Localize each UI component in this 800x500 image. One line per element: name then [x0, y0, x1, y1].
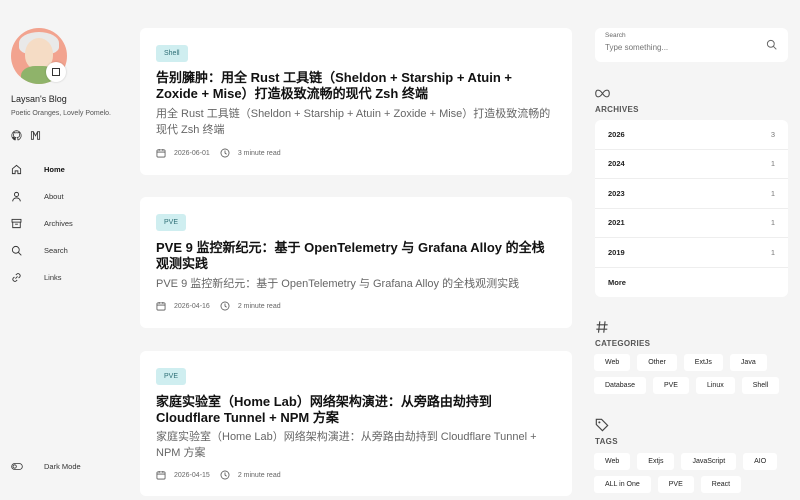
search-icon[interactable] — [766, 39, 777, 50]
tag-chip[interactable]: Web — [594, 453, 631, 470]
calendar-icon — [156, 470, 166, 480]
search-icon — [11, 245, 22, 256]
nav-item-about[interactable]: About — [11, 183, 73, 210]
archive-count: 1 — [770, 247, 775, 257]
post-meta: 2026-04-15 2 minute read — [156, 470, 281, 480]
archive-count: 1 — [770, 159, 775, 169]
category-chip[interactable]: Linux — [695, 377, 735, 394]
category-chip[interactable]: Web — [594, 354, 631, 371]
archive-icon — [11, 218, 22, 229]
post-title[interactable]: PVE 9 监控新纪元：基于 OpenTelemetry 与 Grafana A… — [156, 240, 556, 272]
archive-row[interactable]: 2023 1 — [595, 179, 788, 209]
blog-subtitle: Poetic Oranges, Lovely Pomelo. — [11, 110, 111, 117]
link-icon — [12, 273, 21, 282]
nav-item-search[interactable]: Search — [11, 237, 73, 264]
post-card[interactable]: PVE PVE 9 监控新纪元：基于 OpenTelemetry 与 Grafa… — [140, 197, 572, 328]
archive-row[interactable]: 2026 3 — [595, 120, 788, 150]
user-icon — [12, 191, 21, 202]
post-date: 2026-06-01 — [174, 149, 210, 157]
github-icon[interactable] — [11, 130, 22, 141]
calendar-icon — [156, 301, 166, 311]
archives-more-link[interactable]: More — [595, 268, 788, 298]
infinity-icon — [595, 89, 610, 98]
post-category-tag[interactable]: Shell — [156, 45, 188, 62]
post-date: 2026-04-16 — [174, 302, 210, 310]
category-chip[interactable]: Java — [729, 354, 767, 371]
category-chip[interactable]: Other — [637, 354, 677, 371]
category-chip[interactable]: Shell — [741, 377, 780, 394]
search-input[interactable] — [605, 43, 755, 52]
status-badge — [46, 62, 66, 82]
archive-year: 2024 — [608, 159, 625, 169]
archive-count: 1 — [770, 218, 775, 228]
post-description: 用全 Rust 工具链（Sheldon + Starship + Atuin +… — [156, 108, 551, 136]
categories-list: Web Other ExtJs Java Database PVE Linux … — [594, 354, 794, 394]
archives-heading: ARCHIVES — [595, 105, 639, 114]
tags-list: Web Extjs JavaScript AIO ALL in One PVE … — [594, 453, 794, 493]
nav-label: Search — [44, 246, 68, 255]
archive-year: 2026 — [608, 129, 625, 139]
nav-label: Home — [44, 165, 65, 174]
tag-icon — [595, 418, 609, 432]
tags-heading: TAGS — [595, 437, 618, 446]
nav-label: About — [44, 192, 64, 201]
home-icon — [11, 164, 22, 175]
toggle-icon — [11, 463, 23, 470]
post-date: 2026-04-15 — [174, 471, 210, 479]
post-card[interactable]: PVE 家庭实验室（Home Lab）网络架构演进：从旁路由劫持到 Cloudf… — [140, 351, 572, 496]
post-meta: 2026-06-01 3 minute read — [156, 148, 281, 158]
nav-item-archives[interactable]: Archives — [11, 210, 73, 237]
more-label: More — [608, 277, 626, 287]
dark-mode-toggle[interactable]: Dark Mode — [11, 461, 81, 472]
post-read-time: 2 minute read — [237, 471, 281, 479]
categories-heading: CATEGORIES — [595, 339, 651, 348]
nav-label: Links — [44, 273, 62, 282]
blog-title[interactable]: Laysan's Blog — [11, 94, 67, 104]
post-read-time: 2 minute read — [237, 302, 281, 310]
tag-chip[interactable]: Extjs — [637, 453, 675, 470]
category-chip[interactable]: Database — [594, 377, 646, 394]
tag-chip[interactable]: PVE — [657, 476, 694, 493]
archive-year: 2019 — [608, 247, 625, 257]
post-title[interactable]: 家庭实验室（Home Lab）网络架构演进：从旁路由劫持到 Cloudflare… — [156, 394, 556, 426]
nav-item-links[interactable]: Links — [11, 264, 73, 291]
post-category-tag[interactable]: PVE — [156, 368, 187, 385]
hash-icon — [596, 321, 608, 333]
clock-icon — [220, 301, 230, 311]
search-label: Search — [605, 32, 626, 39]
left-sidebar: Laysan's Blog Poetic Oranges, Lovely Pom… — [0, 0, 130, 500]
tag-chip[interactable]: JavaScript — [681, 453, 737, 470]
post-title[interactable]: 告别臃肿：用全 Rust 工具链（Sheldon + Starship + At… — [156, 70, 556, 102]
archive-row[interactable]: 2019 1 — [595, 238, 788, 268]
archives-list: 2026 3 2024 1 2023 1 2021 1 2019 1 More — [595, 120, 788, 297]
post-description: PVE 9 监控新纪元：基于 OpenTelemetry 与 Grafana A… — [156, 278, 520, 290]
nav-item-home[interactable]: Home — [11, 156, 73, 183]
mastodon-icon[interactable] — [30, 130, 41, 141]
clock-icon — [220, 148, 230, 158]
dark-mode-label: Dark Mode — [44, 462, 81, 471]
archive-row[interactable]: 2021 1 — [595, 209, 788, 238]
post-category-tag[interactable]: PVE — [156, 214, 187, 231]
archive-year: 2023 — [608, 188, 625, 198]
social-links — [11, 130, 41, 141]
calendar-icon — [156, 148, 166, 158]
archive-count: 3 — [770, 129, 775, 139]
post-read-time: 3 minute read — [237, 149, 281, 157]
archive-year: 2021 — [608, 218, 625, 228]
post-description: 家庭实验室（Home Lab）网络架构演进：从旁路由劫持到 Cloudflare… — [156, 431, 537, 459]
category-chip[interactable]: PVE — [652, 377, 689, 394]
post-card[interactable]: Shell 告别臃肿：用全 Rust 工具链（Sheldon + Starshi… — [140, 28, 572, 175]
category-chip[interactable]: ExtJs — [683, 354, 723, 371]
post-meta: 2026-04-16 2 minute read — [156, 301, 281, 311]
main-nav: Home About Archives Search Links — [11, 156, 73, 291]
clock-icon — [220, 470, 230, 480]
tag-chip[interactable]: ALL in One — [594, 476, 651, 493]
nav-label: Archives — [44, 219, 73, 228]
tag-chip[interactable]: AIO — [743, 453, 778, 470]
archive-count: 1 — [770, 188, 775, 198]
tag-chip[interactable]: React — [700, 476, 742, 493]
archive-row[interactable]: 2024 1 — [595, 150, 788, 179]
search-box[interactable]: Search — [595, 28, 788, 62]
